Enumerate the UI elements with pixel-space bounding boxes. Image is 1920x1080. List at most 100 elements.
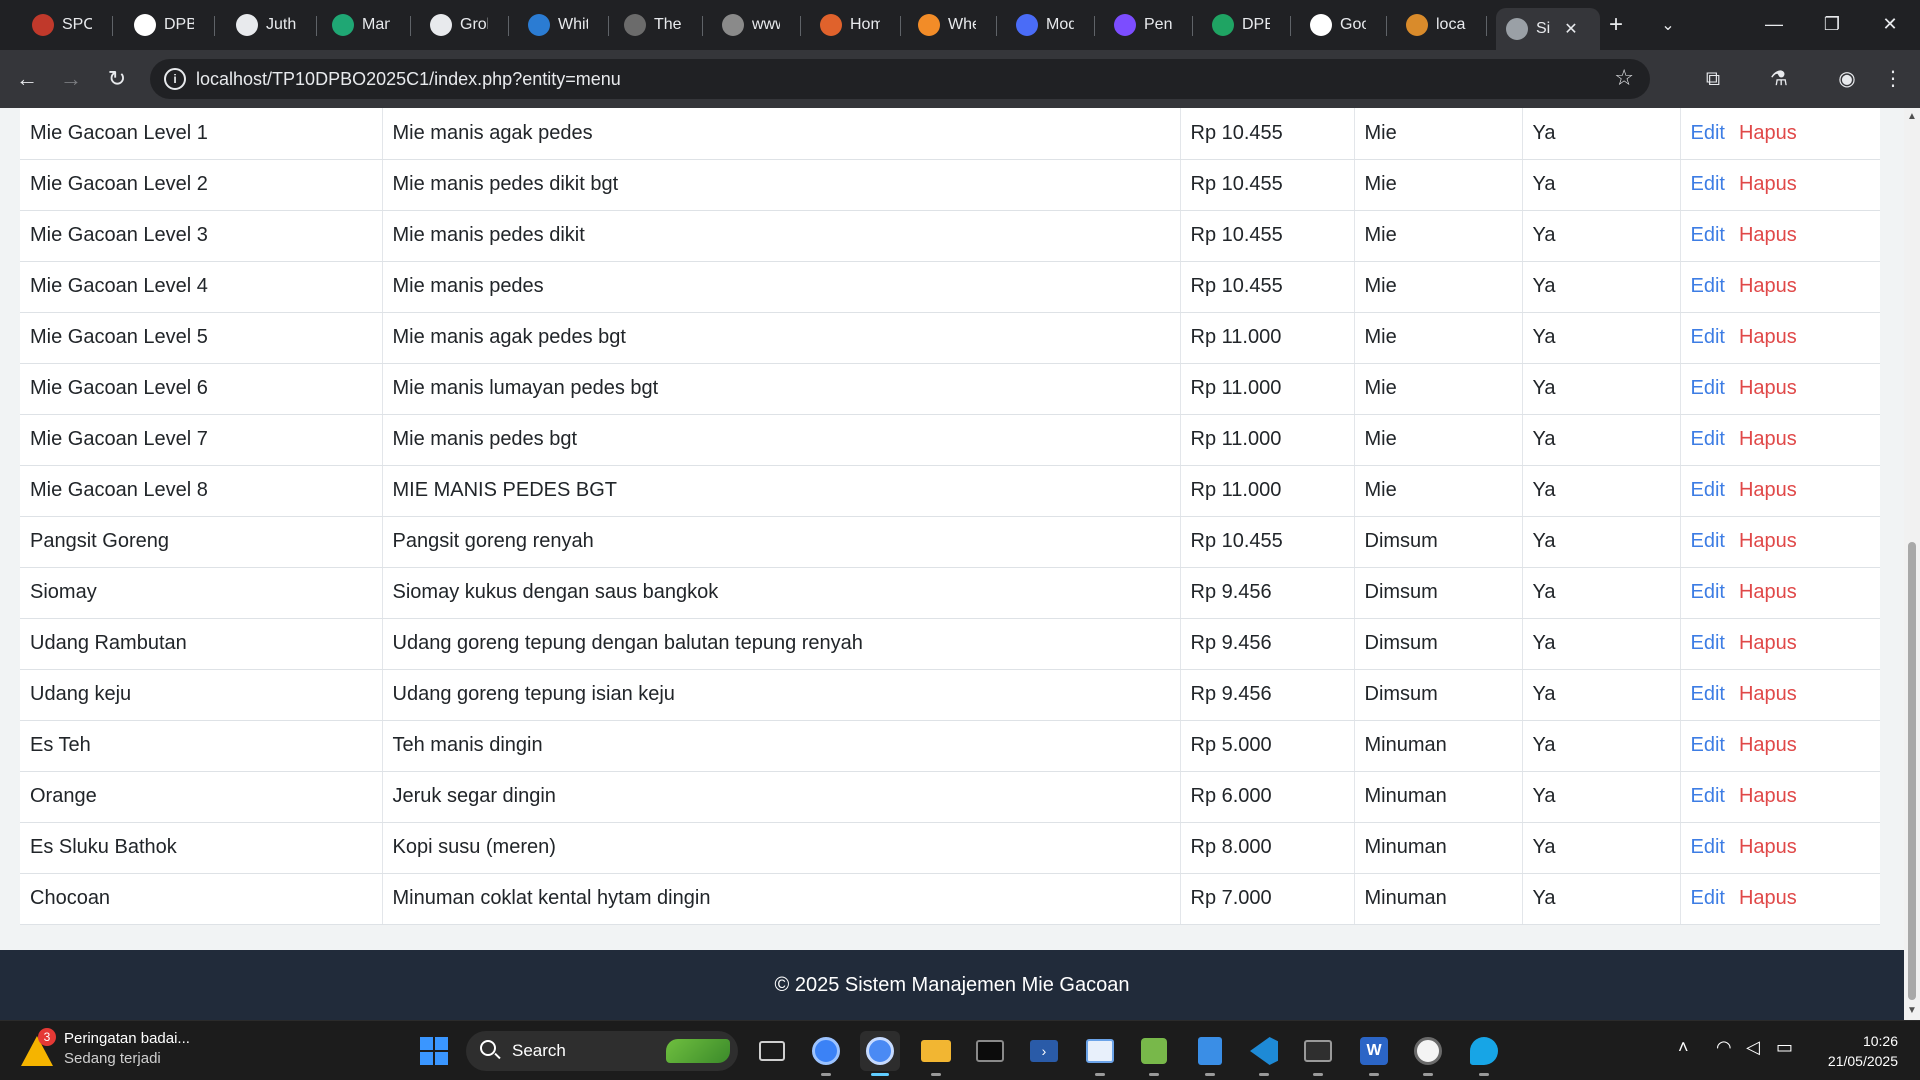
browser-tab[interactable]: Modu	[1006, 8, 1084, 42]
bookmark-star-icon[interactable]: ☆	[1614, 65, 1634, 91]
menu-kebab-icon[interactable]: ⋮	[1878, 64, 1908, 94]
delete-link[interactable]: Hapus	[1739, 683, 1797, 705]
delete-link[interactable]: Hapus	[1739, 224, 1797, 246]
windows-taskbar: 3 Peringatan badai... Sedang terjadi Sea…	[0, 1020, 1920, 1080]
start-button[interactable]	[414, 1031, 454, 1071]
browser-tab[interactable]: Wher	[908, 8, 986, 42]
page-scrollbar[interactable]: ▲ ▼	[1904, 108, 1920, 1020]
cell-available: Ya	[1521, 669, 1680, 721]
delete-link[interactable]: Hapus	[1739, 377, 1797, 399]
wifi-icon[interactable]: ◠	[1716, 1037, 1732, 1058]
powershell-icon[interactable]: ›	[1024, 1031, 1064, 1071]
browser-tab[interactable]: Si ✕	[1496, 8, 1600, 50]
edit-link[interactable]: Edit	[1691, 428, 1725, 450]
task-manager-icon[interactable]	[1080, 1031, 1120, 1076]
address-bar[interactable]: i localhost/TP10DPBO2025C1/index.php?ent…	[150, 59, 1650, 99]
cell-description: Mie manis pedes	[381, 261, 1180, 313]
edit-link[interactable]: Edit	[1691, 734, 1725, 756]
edit-link[interactable]: Edit	[1691, 581, 1725, 603]
edit-link[interactable]: Edit	[1691, 173, 1725, 195]
word-icon[interactable]: W	[1354, 1031, 1394, 1076]
edit-link[interactable]: Edit	[1691, 122, 1725, 144]
system-clock[interactable]: 10:26 21/05/2025	[1828, 1031, 1898, 1071]
edit-link[interactable]: Edit	[1691, 479, 1725, 501]
scroll-down-arrow-icon[interactable]: ▼	[1907, 1006, 1917, 1016]
new-tab-button[interactable]: +	[1602, 12, 1630, 40]
chrome-profile-icon[interactable]	[806, 1031, 846, 1076]
taskbar-search-label: Search	[512, 1041, 566, 1060]
edit-link[interactable]: Edit	[1691, 224, 1725, 246]
delete-link[interactable]: Hapus	[1739, 734, 1797, 756]
battery-icon[interactable]: ▭	[1776, 1037, 1793, 1058]
edit-link[interactable]: Edit	[1691, 377, 1725, 399]
browser-tab[interactable]: DPBO	[124, 8, 204, 42]
browser-tab[interactable]: Mana	[322, 8, 400, 42]
taskbar-search-box[interactable]: Search	[466, 1031, 738, 1071]
back-arrow-icon[interactable]: ←	[12, 64, 42, 94]
minimize-button[interactable]: —	[1754, 8, 1794, 40]
tab-title: Wher	[948, 16, 976, 33]
scroll-up-arrow-icon[interactable]: ▲	[1907, 112, 1917, 122]
weather-widget[interactable]: 3 Peringatan badai... Sedang terjadi	[20, 1028, 190, 1069]
edit-link[interactable]: Edit	[1691, 785, 1725, 807]
profile-avatar-icon[interactable]: ◉	[1832, 64, 1862, 94]
reload-icon[interactable]: ↻	[102, 64, 132, 94]
task-view-icon[interactable]	[752, 1031, 792, 1071]
delete-link[interactable]: Hapus	[1739, 173, 1797, 195]
browser-tab[interactable]: Peng	[1104, 8, 1182, 42]
edit-link[interactable]: Edit	[1691, 632, 1725, 654]
browser-tab[interactable]: The U	[614, 8, 692, 42]
cell-available: Ya	[1521, 720, 1680, 772]
browser-tab[interactable]: Home	[810, 8, 890, 42]
browser-tab[interactable]: www.	[712, 8, 790, 42]
delete-link[interactable]: Hapus	[1739, 428, 1797, 450]
photo-editor-icon[interactable]	[1134, 1031, 1174, 1076]
edit-link[interactable]: Edit	[1691, 275, 1725, 297]
labs-flask-icon[interactable]: ⚗	[1764, 64, 1794, 94]
browser-tab[interactable]: DPBO	[1202, 8, 1280, 42]
restore-button[interactable]: ❐	[1812, 8, 1852, 40]
delete-link[interactable]: Hapus	[1739, 479, 1797, 501]
edge-icon[interactable]	[1464, 1031, 1504, 1076]
browser-tab[interactable]: Goog	[1300, 8, 1376, 42]
tab-close-icon[interactable]: ✕	[1564, 19, 1577, 39]
edit-link[interactable]: Edit	[1691, 836, 1725, 858]
console-icon[interactable]	[1298, 1031, 1338, 1076]
forward-arrow-icon[interactable]: →	[56, 64, 86, 94]
cell-description: Mie manis agak pedes bgt	[381, 312, 1180, 364]
edit-link[interactable]: Edit	[1691, 530, 1725, 552]
delete-link[interactable]: Hapus	[1739, 530, 1797, 552]
tab-search-chevron-icon[interactable]: ⌄	[1654, 12, 1682, 40]
delete-link[interactable]: Hapus	[1739, 326, 1797, 348]
edit-link[interactable]: Edit	[1691, 683, 1725, 705]
delete-link[interactable]: Hapus	[1739, 275, 1797, 297]
terminal-icon[interactable]	[970, 1031, 1010, 1071]
close-window-button[interactable]: ✕	[1870, 8, 1910, 40]
extensions-puzzle-icon[interactable]: ⧉	[1698, 64, 1728, 94]
delete-link[interactable]: Hapus	[1739, 122, 1797, 144]
chrome-icon[interactable]	[860, 1031, 900, 1076]
site-info-icon[interactable]: i	[164, 68, 186, 90]
notepad-icon[interactable]	[1190, 1031, 1230, 1076]
delete-link[interactable]: Hapus	[1739, 785, 1797, 807]
vscode-icon[interactable]	[1244, 1031, 1284, 1076]
delete-link[interactable]: Hapus	[1739, 836, 1797, 858]
delete-link[interactable]: Hapus	[1739, 632, 1797, 654]
file-explorer-icon[interactable]	[916, 1031, 956, 1076]
clock-app-icon[interactable]	[1408, 1031, 1448, 1076]
scrollbar-thumb[interactable]	[1908, 542, 1916, 1000]
url-text[interactable]: localhost/TP10DPBO2025C1/index.php?entit…	[196, 69, 621, 90]
show-hidden-icons-chevron-icon[interactable]: ˄	[1678, 1037, 1689, 1058]
browser-tab[interactable]: White	[518, 8, 598, 42]
browser-tab[interactable]: SPOT	[22, 8, 102, 42]
browser-tab[interactable]: Juther	[226, 8, 306, 42]
delete-link[interactable]: Hapus	[1739, 581, 1797, 603]
tab-title: DPBO	[1242, 16, 1270, 33]
edit-link[interactable]: Edit	[1691, 326, 1725, 348]
browser-tab[interactable]: localh	[1396, 8, 1476, 42]
menu-table-card: Mie Gacoan Level 1 Mie manis agak pedes Rp…	[20, 108, 1880, 925]
volume-icon[interactable]: ◁	[1746, 1037, 1760, 1058]
delete-link[interactable]: Hapus	[1739, 887, 1797, 909]
edit-link[interactable]: Edit	[1691, 887, 1725, 909]
browser-tab[interactable]: Grok	[420, 8, 498, 42]
